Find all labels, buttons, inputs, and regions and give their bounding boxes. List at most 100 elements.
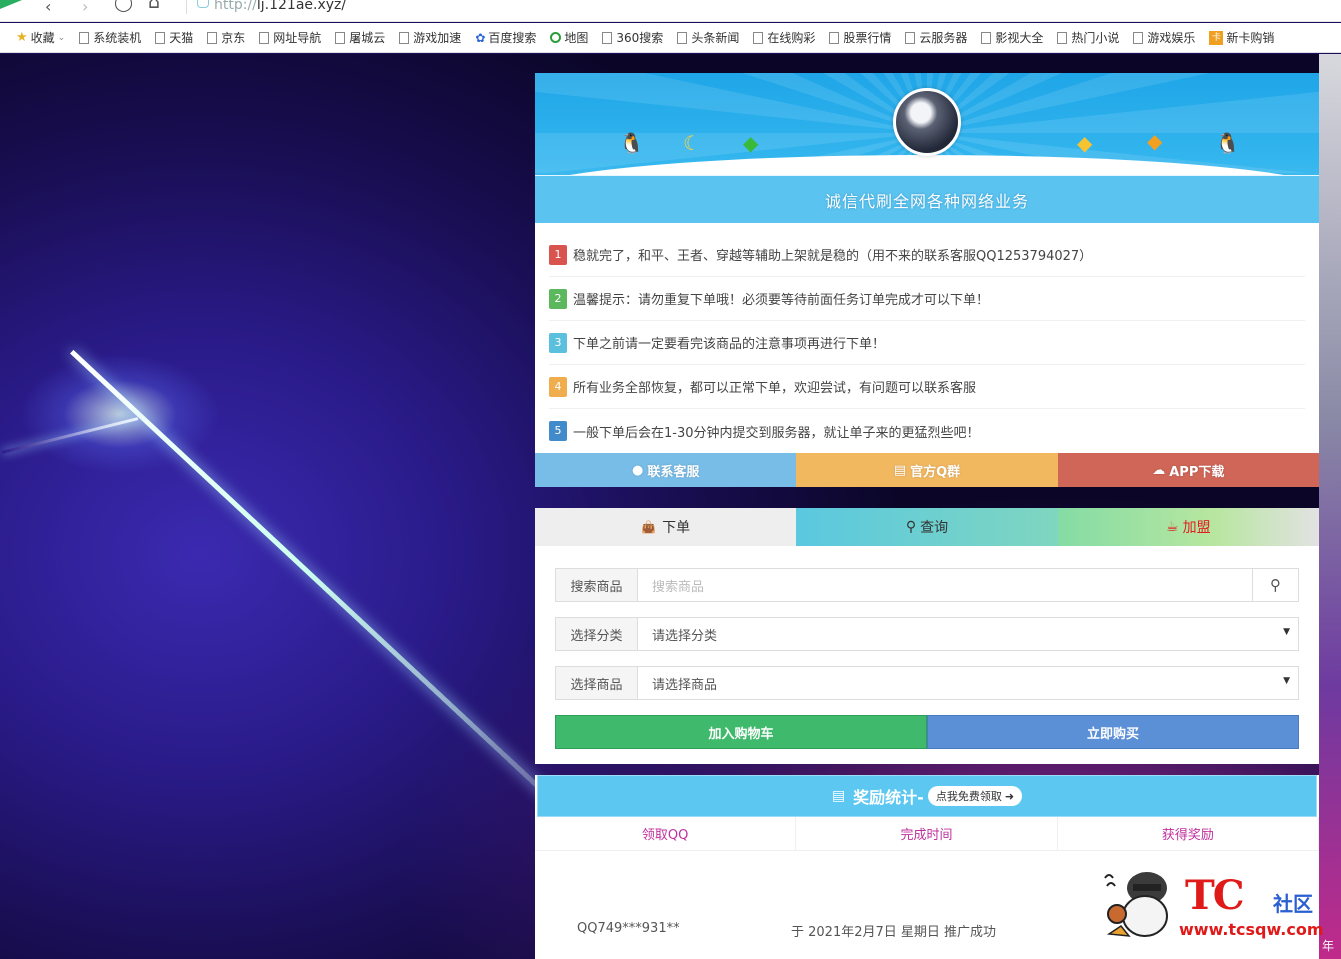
- bookmark-item[interactable]: 云服务器: [905, 29, 967, 46]
- category-row: 选择分类 请选择分类 ▼: [555, 617, 1299, 651]
- page-icon: [155, 31, 166, 44]
- page-icon: [602, 31, 613, 44]
- page-icon: [905, 31, 916, 44]
- dropdown-arrow-icon: ▼: [1283, 627, 1290, 637]
- stats-header: ▤ 奖励统计- 点我免费领取 ➜: [537, 775, 1317, 817]
- browser-toolbar: ‹ › ◯ ⌂ http://lj.121ae.xyz/: [0, 0, 1341, 22]
- notice-text: 下单之前请一定要看完该商品的注意事项再进行下单！: [573, 337, 886, 352]
- bookmark-item[interactable]: ★ 收藏 ⌄: [16, 29, 65, 46]
- bookmark-item[interactable]: 在线购彩: [753, 29, 815, 46]
- bookmark-item[interactable]: 京东: [207, 29, 245, 46]
- bookmark-label: 游戏加速: [413, 31, 462, 45]
- bookmark-item[interactable]: 头条新闻: [677, 29, 739, 46]
- notice-item: 4 所有业务全部恢复，都可以正常下单，欢迎尝试，有问题可以联系客服: [549, 365, 1305, 409]
- dropdown-arrow-icon: ▼: [1283, 676, 1290, 686]
- notice-number-badge: 4: [549, 376, 567, 397]
- refresh-icon[interactable]: ◯: [114, 0, 133, 12]
- bookmark-label: 屠城云: [349, 31, 386, 45]
- notice-number-badge: 1: [549, 244, 567, 265]
- tab-order-label: 下单: [662, 520, 691, 536]
- quick-button[interactable]: ☁ APP下载: [1057, 453, 1319, 487]
- bookmark-item[interactable]: 热门小说: [1057, 29, 1119, 46]
- tab-join[interactable]: ☕ 加盟: [1057, 508, 1319, 546]
- bookmark-label: 系统装机: [93, 31, 142, 45]
- column-header: 完成时间: [796, 817, 1058, 850]
- notice-item: 2 温馨提示：请勿重复下单哦！必须要等待前面任务订单完成才可以下单！: [549, 277, 1305, 321]
- notice-text: 温馨提示：请勿重复下单哦！必须要等待前面任务订单完成才可以下单！: [573, 293, 990, 308]
- stats-column-headers: 领取QQ 完成时间 获得奖励: [535, 817, 1319, 851]
- free-claim-label: 点我免费领取: [935, 790, 1002, 803]
- bookmark-item[interactable]: ✿ 百度搜索: [475, 29, 536, 46]
- watermark-logo: TC 社区 www.tcsqw.com: [1095, 862, 1335, 942]
- toolbar-divider: [186, 0, 187, 14]
- page-icon: [981, 31, 992, 44]
- bookmark-item[interactable]: 系统装机: [79, 29, 141, 46]
- banner-title: 诚信代刷全网各种网络业务: [535, 175, 1319, 223]
- bookmarks-bar: ★ 收藏 ⌄ 系统装机 天猫 京东 网址导航 屠城云 游戏加速 ✿ 百度搜索 地图 360搜索 头条新闻 在…: [0, 23, 1341, 53]
- tab-query[interactable]: ⚲ 查询: [796, 508, 1058, 546]
- paw-icon: ✿: [475, 30, 486, 45]
- bookmark-label: 百度搜索: [488, 31, 537, 45]
- quick-button[interactable]: ▤ 官方Q群: [796, 453, 1058, 487]
- product-select[interactable]: 请选择商品 ▼: [638, 667, 1298, 699]
- bookmark-label: 股票行情: [843, 31, 892, 45]
- search-button[interactable]: ⚲: [1252, 569, 1298, 601]
- scrollbar[interactable]: [1319, 54, 1341, 959]
- qq-penguin-icon: 🐧: [619, 131, 644, 155]
- bookmark-item[interactable]: 游戏加速: [399, 29, 461, 46]
- back-icon[interactable]: ‹: [45, 0, 51, 15]
- stats-title: 奖励统计-: [853, 788, 924, 807]
- url-host: lj.121ae.xyz/: [256, 0, 347, 13]
- quick-button[interactable]: ● 联系客服: [535, 453, 797, 487]
- bookmark-item[interactable]: 360搜索: [602, 29, 663, 46]
- bookmark-item[interactable]: 屠城云: [335, 29, 385, 46]
- bookmark-item[interactable]: 网址导航: [259, 29, 321, 46]
- map-icon: [550, 32, 562, 43]
- category-select-value: 请选择分类: [652, 628, 718, 644]
- qq-penguin-red-icon: 🐧: [1215, 131, 1240, 155]
- bookmark-item[interactable]: 游戏娱乐: [1133, 29, 1195, 46]
- notice-number-badge: 2: [549, 288, 567, 309]
- diamond-yellow-icon: ◆: [1077, 131, 1093, 155]
- bookmark-label: 头条新闻: [691, 31, 740, 45]
- bookmark-item[interactable]: 股票行情: [829, 29, 891, 46]
- page-icon: [79, 31, 90, 44]
- notice-item: 5 一般下单后会在1-30分钟内提交到服务器，就让单子来的更猛烈些吧！: [549, 409, 1305, 453]
- free-claim-button[interactable]: 点我免费领取 ➜: [927, 786, 1023, 806]
- bookmark-label: 影视大全: [995, 31, 1044, 45]
- mascot-icon: [1104, 872, 1168, 937]
- quick-button-label: 联系客服: [647, 464, 700, 480]
- category-label: 选择分类: [556, 618, 638, 650]
- bookmark-item[interactable]: 天猫: [155, 29, 193, 46]
- product-row: 选择商品 请选择商品 ▼: [555, 666, 1299, 700]
- category-select[interactable]: 请选择分类 ▼: [638, 618, 1298, 650]
- buy-now-button[interactable]: 立即购买: [927, 715, 1299, 749]
- bar-chart-icon: ▤: [831, 788, 846, 804]
- tab-query-label: 查询: [920, 520, 949, 536]
- coffee-icon: ☕: [1166, 519, 1179, 535]
- bookmark-label: 在线购彩: [767, 31, 816, 45]
- bag-icon: 👜: [641, 520, 657, 534]
- bookmark-item[interactable]: 影视大全: [981, 29, 1043, 46]
- page-icon: [1133, 31, 1144, 44]
- avatar: [893, 88, 961, 156]
- page-icon: [399, 31, 410, 44]
- bookmark-item[interactable]: 卡新卡购销: [1209, 29, 1274, 46]
- bookmark-label: 地图: [564, 31, 589, 45]
- diamond-orange-icon: ◆: [1147, 129, 1163, 153]
- search-input[interactable]: 搜索商品: [638, 569, 1252, 601]
- moon-icon: ☾: [683, 131, 701, 155]
- add-to-cart-button[interactable]: 加入购物车: [555, 715, 927, 749]
- home-icon[interactable]: ⌂: [148, 0, 160, 12]
- bookmark-item[interactable]: 地图: [550, 29, 588, 46]
- address-bar[interactable]: http://lj.121ae.xyz/: [214, 0, 346, 13]
- star-icon: ★: [16, 30, 28, 45]
- quick-button-label: APP下载: [1169, 464, 1225, 480]
- search-label: 搜索商品: [556, 569, 638, 601]
- forward-icon[interactable]: ›: [82, 0, 88, 15]
- order-form: 搜索商品 搜索商品 ⚲ 选择分类 请选择分类 ▼ 选择商品 请选择商品 ▼ 加入…: [535, 546, 1319, 749]
- tab-order[interactable]: 👜 下单: [535, 508, 797, 546]
- bookmark-label: 网址导航: [273, 31, 322, 45]
- notice-item: 3 下单之前请一定要看完该商品的注意事项再进行下单！: [549, 321, 1305, 365]
- column-header: 领取QQ: [535, 817, 797, 850]
